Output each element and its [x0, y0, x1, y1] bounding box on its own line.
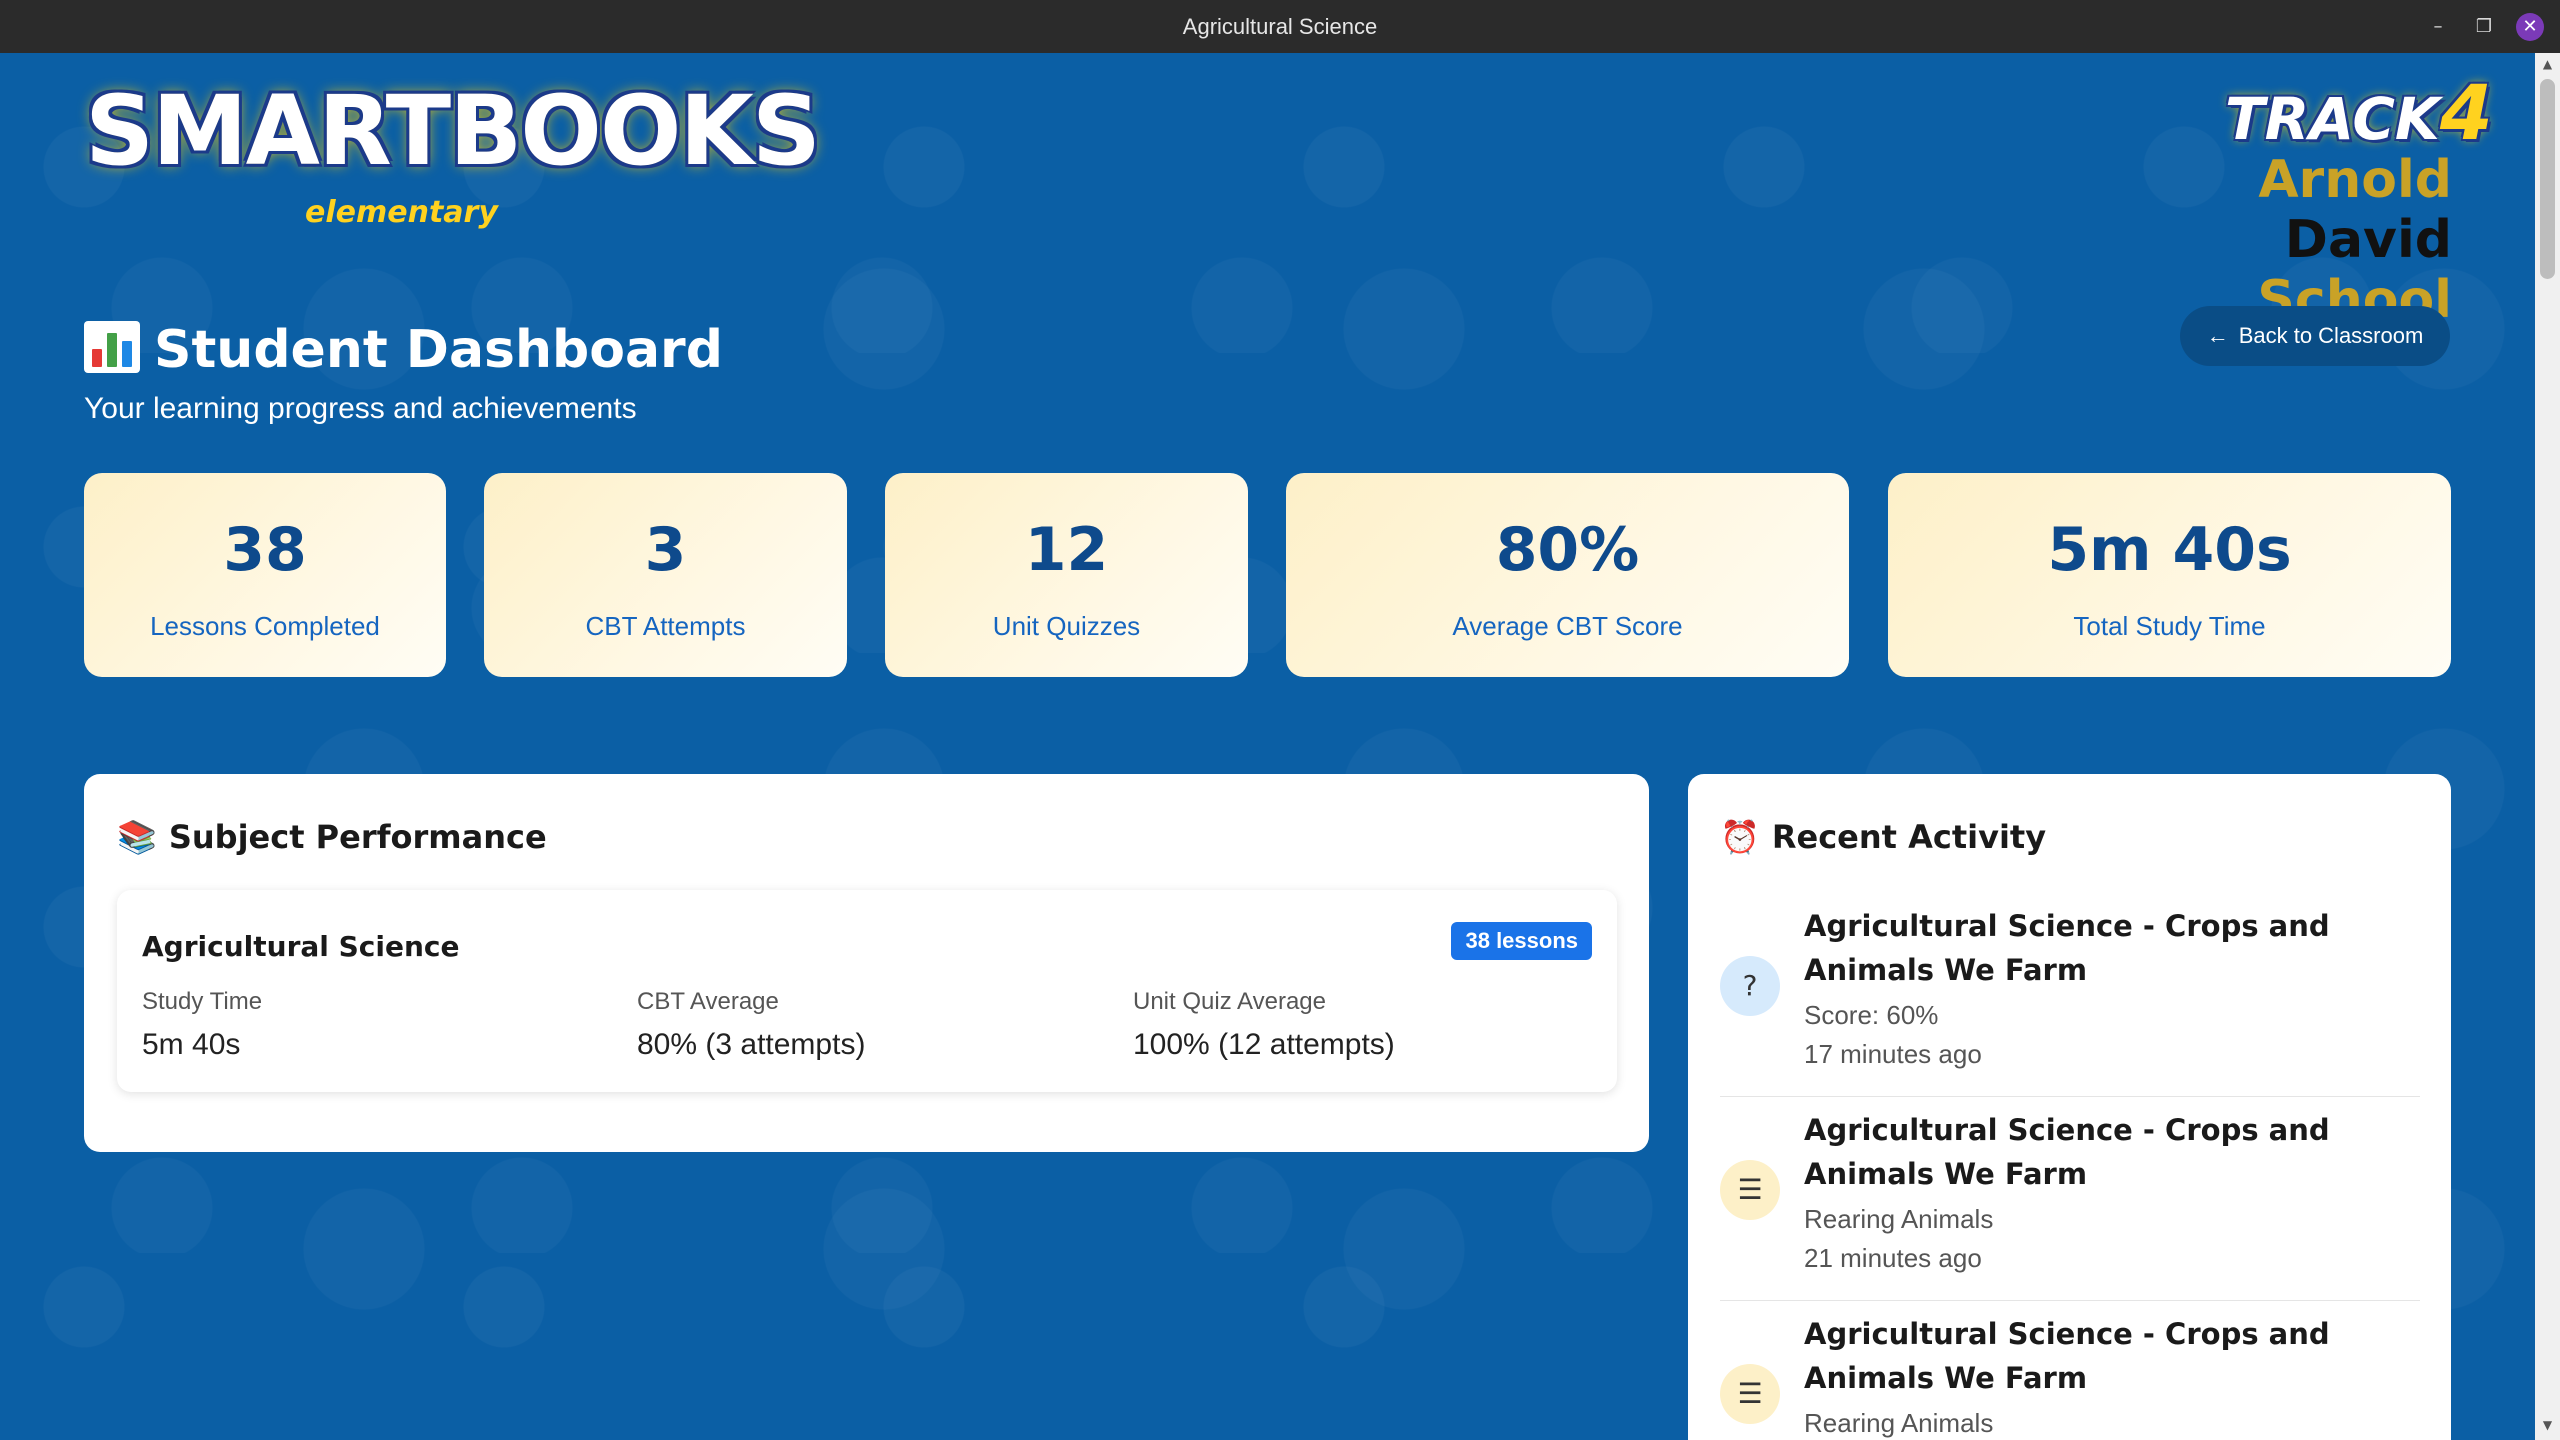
- maximize-button[interactable]: ❐: [2470, 13, 2498, 41]
- close-button[interactable]: ✕: [2516, 13, 2544, 41]
- activity-item[interactable]: ☰ Agricultural Science - Crops and Anima…: [1720, 1312, 2420, 1440]
- stat-value: 12: [1024, 515, 1109, 585]
- scroll-up-arrow-icon[interactable]: ▲: [2535, 57, 2560, 75]
- stat-card-lessons: 38 Lessons Completed: [84, 473, 446, 677]
- subject-card[interactable]: Agricultural Science 38 lessons Study Ti…: [117, 890, 1617, 1092]
- minimize-button[interactable]: –: [2424, 13, 2452, 41]
- back-button-label: Back to Classroom: [2238, 323, 2424, 348]
- recent-activity-title-text: Recent Activity: [1771, 818, 2047, 856]
- activity-item[interactable]: ☰ Agricultural Science - Crops and Anima…: [1720, 1108, 2420, 1302]
- activity-time: 17 minutes ago: [1804, 1039, 1982, 1069]
- books-icon: 📚: [117, 818, 157, 856]
- question-circle-icon: ?: [1720, 956, 1780, 1016]
- metric-label: Study Time: [142, 988, 263, 1015]
- track-badge: TRACK4: [2225, 68, 2493, 157]
- recent-activity-panel: ⏰ Recent Activity ? Agricultural Science …: [1688, 774, 2451, 1440]
- stat-card-unit-quizzes: 12 Unit Quizzes: [885, 473, 1248, 677]
- scroll-thumb[interactable]: [2540, 79, 2555, 279]
- activity-title: Agricultural Science - Crops and Animals…: [1804, 1317, 2330, 1395]
- activity-time: 21 minutes ago: [1804, 1243, 1982, 1273]
- window-title: Agricultural Science: [1182, 14, 1378, 39]
- stat-value: 5m 40s: [2047, 515, 2292, 585]
- school-name: Arnold David School: [2100, 150, 2452, 330]
- metric-study-time: Study Time 5m 40s: [142, 988, 262, 1062]
- subject-performance-panel: 📚 Subject Performance Agricultural Scienc…: [84, 774, 1649, 1152]
- stat-value: 3: [644, 515, 687, 585]
- lesson-count-badge: 38 lessons: [1451, 922, 1592, 960]
- divider: [1720, 1300, 2420, 1301]
- vertical-scrollbar[interactable]: ▲ ▼: [2535, 53, 2560, 1440]
- document-list-icon: ☰: [1720, 1364, 1780, 1424]
- back-to-classroom-button[interactable]: ← Back to Classroom: [2180, 306, 2450, 366]
- metric-label: Unit Quiz Average: [1133, 988, 1326, 1015]
- stat-label: Lessons Completed: [150, 611, 380, 641]
- stat-label: Unit Quizzes: [992, 611, 1141, 641]
- smartbooks-logo: SMARTBOOKS elementary: [85, 55, 821, 235]
- window-titlebar: Agricultural Science – ❐ ✕: [0, 0, 2560, 53]
- metric-cbt-average: CBT Average 80% (3 attempts): [637, 988, 865, 1062]
- school-name-part1: Arnold: [2258, 150, 2452, 210]
- activity-detail: Rearing Animals: [1804, 1408, 1994, 1438]
- divider: [1720, 1096, 2420, 1097]
- activity-title: Agricultural Science - Crops and Animals…: [1804, 909, 2330, 987]
- page-subtitle: Your learning progress and achievements: [84, 392, 637, 425]
- stat-value: 38: [223, 515, 307, 585]
- stat-card-average-cbt: 80% Average CBT Score: [1286, 473, 1849, 677]
- activity-detail: Rearing Animals: [1804, 1204, 1994, 1234]
- metric-value: 100% (12 attempts): [1133, 1028, 1395, 1061]
- stat-label: Total Study Time: [2073, 611, 2266, 641]
- stat-card-study-time: 5m 40s Total Study Time: [1888, 473, 2451, 677]
- arrow-left-icon: ←: [2206, 323, 2229, 348]
- scroll-down-arrow-icon[interactable]: ▼: [2535, 1418, 2560, 1436]
- subject-performance-title: 📚 Subject Performance: [117, 818, 547, 856]
- subject-performance-title-text: Subject Performance: [168, 818, 547, 856]
- stat-label: CBT Attempts: [585, 611, 746, 641]
- bar-chart-icon: [84, 321, 140, 373]
- stat-card-cbt-attempts: 3 CBT Attempts: [484, 473, 847, 677]
- page-title-text: Student Dashboard: [154, 320, 723, 380]
- document-list-icon: ☰: [1720, 1160, 1780, 1220]
- metric-label: CBT Average: [637, 988, 779, 1015]
- stat-value: 80%: [1495, 515, 1640, 585]
- track-text: TRACK: [2225, 85, 2440, 153]
- subject-name: Agricultural Science: [142, 930, 460, 963]
- alarm-clock-icon: ⏰: [1720, 818, 1760, 856]
- logo-text: SMARTBOOKS: [85, 75, 821, 187]
- activity-detail: Score: 60%: [1804, 1000, 1939, 1030]
- page-title: Student Dashboard: [84, 320, 723, 380]
- metric-unit-quiz-average: Unit Quiz Average 100% (12 attempts): [1133, 988, 1395, 1062]
- logo-subtitle: elementary: [305, 195, 498, 230]
- recent-activity-title: ⏰ Recent Activity: [1720, 818, 2046, 856]
- stat-label: Average CBT Score: [1452, 611, 1683, 641]
- track-number: 4: [2439, 68, 2493, 157]
- activity-title: Agricultural Science - Crops and Animals…: [1804, 1113, 2330, 1191]
- school-name-part2: David: [2284, 210, 2452, 270]
- metric-value: 5m 40s: [142, 1028, 241, 1061]
- metric-value: 80% (3 attempts): [637, 1028, 866, 1061]
- activity-item[interactable]: ? Agricultural Science - Crops and Anima…: [1720, 904, 2420, 1098]
